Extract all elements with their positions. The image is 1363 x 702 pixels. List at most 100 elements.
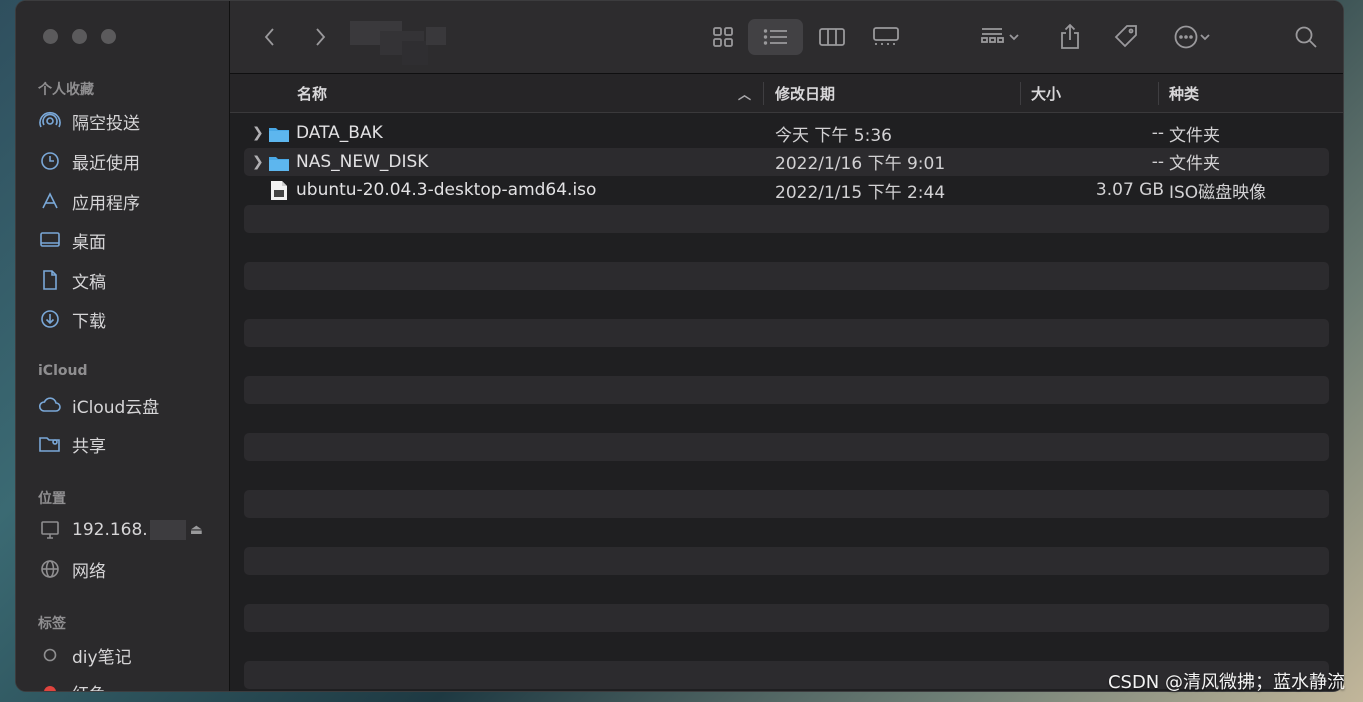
column-view-button[interactable] <box>808 19 856 55</box>
file-kind: 文件夹 <box>1169 125 1220 146</box>
file-row-data-bak[interactable]: ❯ DATA_BAK 今天 下午 5:36 -- 文件夹 <box>244 119 1329 148</box>
sidebar-item-desktop[interactable]: 桌面 <box>38 226 106 254</box>
toolbar <box>230 1 1343 74</box>
action-menu-button[interactable] <box>1162 19 1222 55</box>
group-by-button[interactable] <box>970 19 1030 55</box>
file-date: 2022/1/16 下午 9:01 <box>775 154 946 175</box>
column-view-icon <box>819 28 845 46</box>
file-size: -- <box>1151 151 1164 172</box>
chevron-down-icon <box>1009 34 1019 41</box>
sidebar-item-downloads[interactable]: 下载 <box>38 305 106 333</box>
sidebar-item-airdrop[interactable]: 隔空投送 <box>38 107 140 135</box>
empty-row <box>244 575 1329 604</box>
sidebar-item-network[interactable]: 网络 <box>38 555 106 583</box>
shared-folder-icon <box>38 433 62 455</box>
icon-view-button[interactable] <box>700 19 746 55</box>
sidebar-item-label: 红色 <box>72 680 106 692</box>
file-row-ubuntu-iso[interactable]: ubuntu-20.04.3-desktop-amd64.iso 2022/1/… <box>244 176 1329 205</box>
sidebar-item-label: 文稿 <box>72 272 106 293</box>
sidebar-item-tag-red[interactable]: 红色 <box>38 678 106 692</box>
file-name: NAS_NEW_DISK <box>296 151 429 172</box>
file-size: -- <box>1151 123 1164 144</box>
group-icon <box>981 28 1004 43</box>
file-date: 2022/1/15 下午 2:44 <box>775 182 946 203</box>
eject-icon[interactable]: ⏏ <box>190 522 203 538</box>
computer-icon <box>38 519 62 541</box>
empty-row <box>244 347 1329 376</box>
column-date-header[interactable]: 修改日期 <box>775 74 835 113</box>
column-kind-header[interactable]: 种类 <box>1169 74 1199 113</box>
sort-ascending-icon[interactable]: ︿ <box>738 74 751 113</box>
locations-section-title: 位置 <box>38 491 66 507</box>
search-icon <box>1295 26 1317 48</box>
folder-icon <box>268 125 290 148</box>
cloud-icon <box>38 394 62 416</box>
minimize-window-button[interactable] <box>72 29 87 44</box>
empty-row <box>244 632 1329 661</box>
column-divider[interactable] <box>763 82 764 105</box>
empty-row <box>244 375 1329 404</box>
sidebar-item-label: 192.168. <box>72 520 148 540</box>
column-divider[interactable] <box>1020 82 1021 105</box>
watermark-text: CSDN @清风微拂；蓝水静流 <box>1107 672 1345 693</box>
column-divider[interactable] <box>1158 82 1159 105</box>
sidebar-item-shared[interactable]: 共享 <box>38 430 106 458</box>
finder-window: 个人收藏 隔空投送 最近使用 应用程序 桌面 文稿 下载 iCloud iClo… <box>15 0 1344 692</box>
tag-button[interactable] <box>1104 19 1148 55</box>
file-list: ❯ DATA_BAK 今天 下午 5:36 -- 文件夹 ❯ NAS_NEW_D… <box>244 119 1329 689</box>
sidebar-item-tag-diy[interactable]: diy笔记 <box>38 641 132 669</box>
column-name-header[interactable]: 名称 <box>297 74 327 113</box>
chevron-down-icon <box>1200 34 1210 41</box>
sidebar-item-icloud-drive[interactable]: iCloud云盘 <box>38 391 159 419</box>
sidebar-item-server[interactable]: 192.168. ⏏ <box>38 516 203 544</box>
file-kind: ISO磁盘映像 <box>1169 182 1267 203</box>
main-pane: 名称 ︿ 修改日期 大小 种类 ❯ DATA_BAK 今天 下午 5:36 --… <box>230 1 1343 691</box>
empty-row <box>244 318 1329 347</box>
more-circle-icon <box>1174 25 1198 49</box>
column-size-header[interactable]: 大小 <box>1031 74 1061 113</box>
forward-button[interactable] <box>302 19 338 55</box>
folder-icon <box>268 154 290 177</box>
gallery-view-button[interactable] <box>862 19 910 55</box>
clock-icon <box>38 150 62 172</box>
disclosure-chevron-icon[interactable]: ❯ <box>252 125 264 141</box>
applications-icon <box>38 190 62 212</box>
grid-view-icon <box>713 27 733 47</box>
sidebar-item-applications[interactable]: 应用程序 <box>38 187 140 215</box>
file-name: ubuntu-20.04.3-desktop-amd64.iso <box>296 180 597 201</box>
sidebar-item-label: iCloud云盘 <box>72 397 160 418</box>
sidebar-item-recents[interactable]: 最近使用 <box>38 147 140 175</box>
desktop-icon <box>38 229 62 251</box>
close-window-button[interactable] <box>43 29 58 44</box>
sidebar-item-label: 桌面 <box>72 232 106 253</box>
sidebar-item-documents[interactable]: 文稿 <box>38 266 106 294</box>
icloud-section-title: iCloud <box>38 363 88 379</box>
list-view-icon <box>763 29 787 45</box>
search-button[interactable] <box>1286 19 1326 55</box>
back-button[interactable] <box>252 19 288 55</box>
disclosure-chevron-icon[interactable]: ❯ <box>252 154 264 170</box>
chevron-right-icon <box>316 28 326 46</box>
file-date: 今天 下午 5:36 <box>775 125 892 146</box>
empty-row <box>244 290 1329 319</box>
empty-row <box>244 261 1329 290</box>
network-icon <box>38 558 62 580</box>
tags-section-title: 标签 <box>38 616 66 632</box>
empty-row <box>244 432 1329 461</box>
zoom-window-button[interactable] <box>101 29 116 44</box>
share-button[interactable] <box>1050 19 1090 55</box>
file-size: 3.07 GB <box>1095 180 1164 201</box>
empty-row <box>244 404 1329 433</box>
empty-row <box>244 233 1329 262</box>
empty-row <box>244 603 1329 632</box>
empty-row <box>244 461 1329 490</box>
redacted-folder-title <box>350 21 448 65</box>
download-icon <box>38 308 62 330</box>
file-row-nas-new-disk[interactable]: ❯ NAS_NEW_DISK 2022/1/16 下午 9:01 -- 文件夹 <box>244 147 1329 177</box>
share-icon <box>1061 23 1079 49</box>
column-header: 名称 ︿ 修改日期 大小 种类 <box>230 74 1343 113</box>
favorites-section-title: 个人收藏 <box>38 82 94 98</box>
empty-row <box>244 489 1329 518</box>
document-icon <box>38 269 62 291</box>
list-view-button[interactable] <box>748 19 803 55</box>
